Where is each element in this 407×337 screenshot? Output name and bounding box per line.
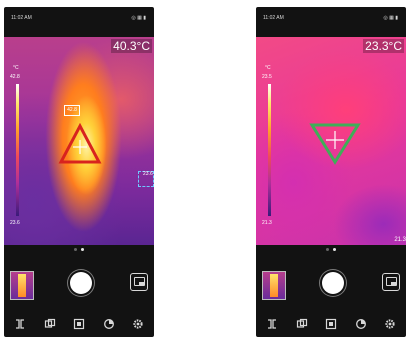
status-icons: ◎ ▦ ▮ bbox=[131, 15, 146, 21]
settings-icon[interactable] bbox=[132, 318, 144, 330]
page-dot-active bbox=[333, 248, 336, 251]
center-temperature-readout: 40.3°C bbox=[111, 39, 152, 53]
status-bar: 11:02 AM ◎ ▦ ▮ bbox=[4, 7, 154, 31]
phone-screen-right: 11:02 AM ◎ ▦ ▮ 23.3°C °C 23.5 21.3 21.3 bbox=[256, 7, 406, 337]
cold-spot-marker: 23.6 bbox=[138, 171, 154, 187]
palette-icon[interactable] bbox=[296, 318, 308, 330]
gallery-icon[interactable] bbox=[130, 273, 148, 291]
page-indicator bbox=[326, 248, 338, 252]
page-dot bbox=[74, 248, 77, 251]
gallery-icon[interactable] bbox=[382, 273, 400, 291]
color-scale-bar bbox=[268, 84, 271, 216]
page-dot bbox=[326, 248, 329, 251]
measure-icon[interactable] bbox=[103, 318, 115, 330]
status-icons: ◎ ▦ ▮ bbox=[383, 15, 398, 21]
page-indicator bbox=[74, 248, 86, 252]
thermal-view[interactable]: 40.3°C °C 42.8 23.6 42.8 23.6 bbox=[4, 37, 154, 245]
cold-spot-value: 23.6 bbox=[143, 171, 153, 177]
crop-icon[interactable] bbox=[73, 318, 85, 330]
scale-min-label: 21.3 bbox=[262, 220, 272, 226]
scale-unit-label: °C bbox=[13, 65, 19, 71]
center-triangle-marker bbox=[309, 123, 361, 165]
thermal-view[interactable]: 23.3°C °C 23.5 21.3 21.3 bbox=[256, 37, 406, 245]
crop-icon[interactable] bbox=[325, 318, 337, 330]
bottom-toolbar bbox=[256, 318, 406, 332]
cold-spot-value: 21.3 bbox=[394, 237, 406, 243]
scale-max-label: 42.8 bbox=[10, 74, 20, 80]
hot-spot-marker: 42.8 bbox=[64, 105, 80, 116]
phone-screen-left: 11:02 AM ◎ ▦ ▮ 40.3°C °C 42.8 23.6 42.8 … bbox=[4, 7, 154, 337]
settings-icon[interactable] bbox=[384, 318, 396, 330]
bottom-toolbar bbox=[4, 318, 154, 332]
scale-unit-label: °C bbox=[265, 65, 271, 71]
scale-max-label: 23.5 bbox=[262, 74, 272, 80]
measure-icon[interactable] bbox=[355, 318, 367, 330]
split-view-icon[interactable] bbox=[266, 318, 278, 330]
scale-min-label: 23.6 bbox=[10, 220, 20, 226]
page-dot-active bbox=[81, 248, 84, 251]
split-view-icon[interactable] bbox=[14, 318, 26, 330]
color-scale-bar bbox=[16, 84, 19, 216]
palette-icon[interactable] bbox=[44, 318, 56, 330]
shutter-button[interactable] bbox=[322, 272, 344, 294]
last-capture-thumbnail[interactable] bbox=[262, 271, 286, 300]
center-temperature-readout: 23.3°C bbox=[363, 39, 404, 53]
shutter-button[interactable] bbox=[70, 272, 92, 294]
last-capture-thumbnail[interactable] bbox=[10, 271, 34, 300]
status-bar: 11:02 AM ◎ ▦ ▮ bbox=[256, 7, 406, 31]
status-time: 11:02 AM bbox=[263, 15, 284, 21]
center-triangle-marker bbox=[58, 123, 102, 164]
status-time: 11:02 AM bbox=[11, 15, 32, 21]
